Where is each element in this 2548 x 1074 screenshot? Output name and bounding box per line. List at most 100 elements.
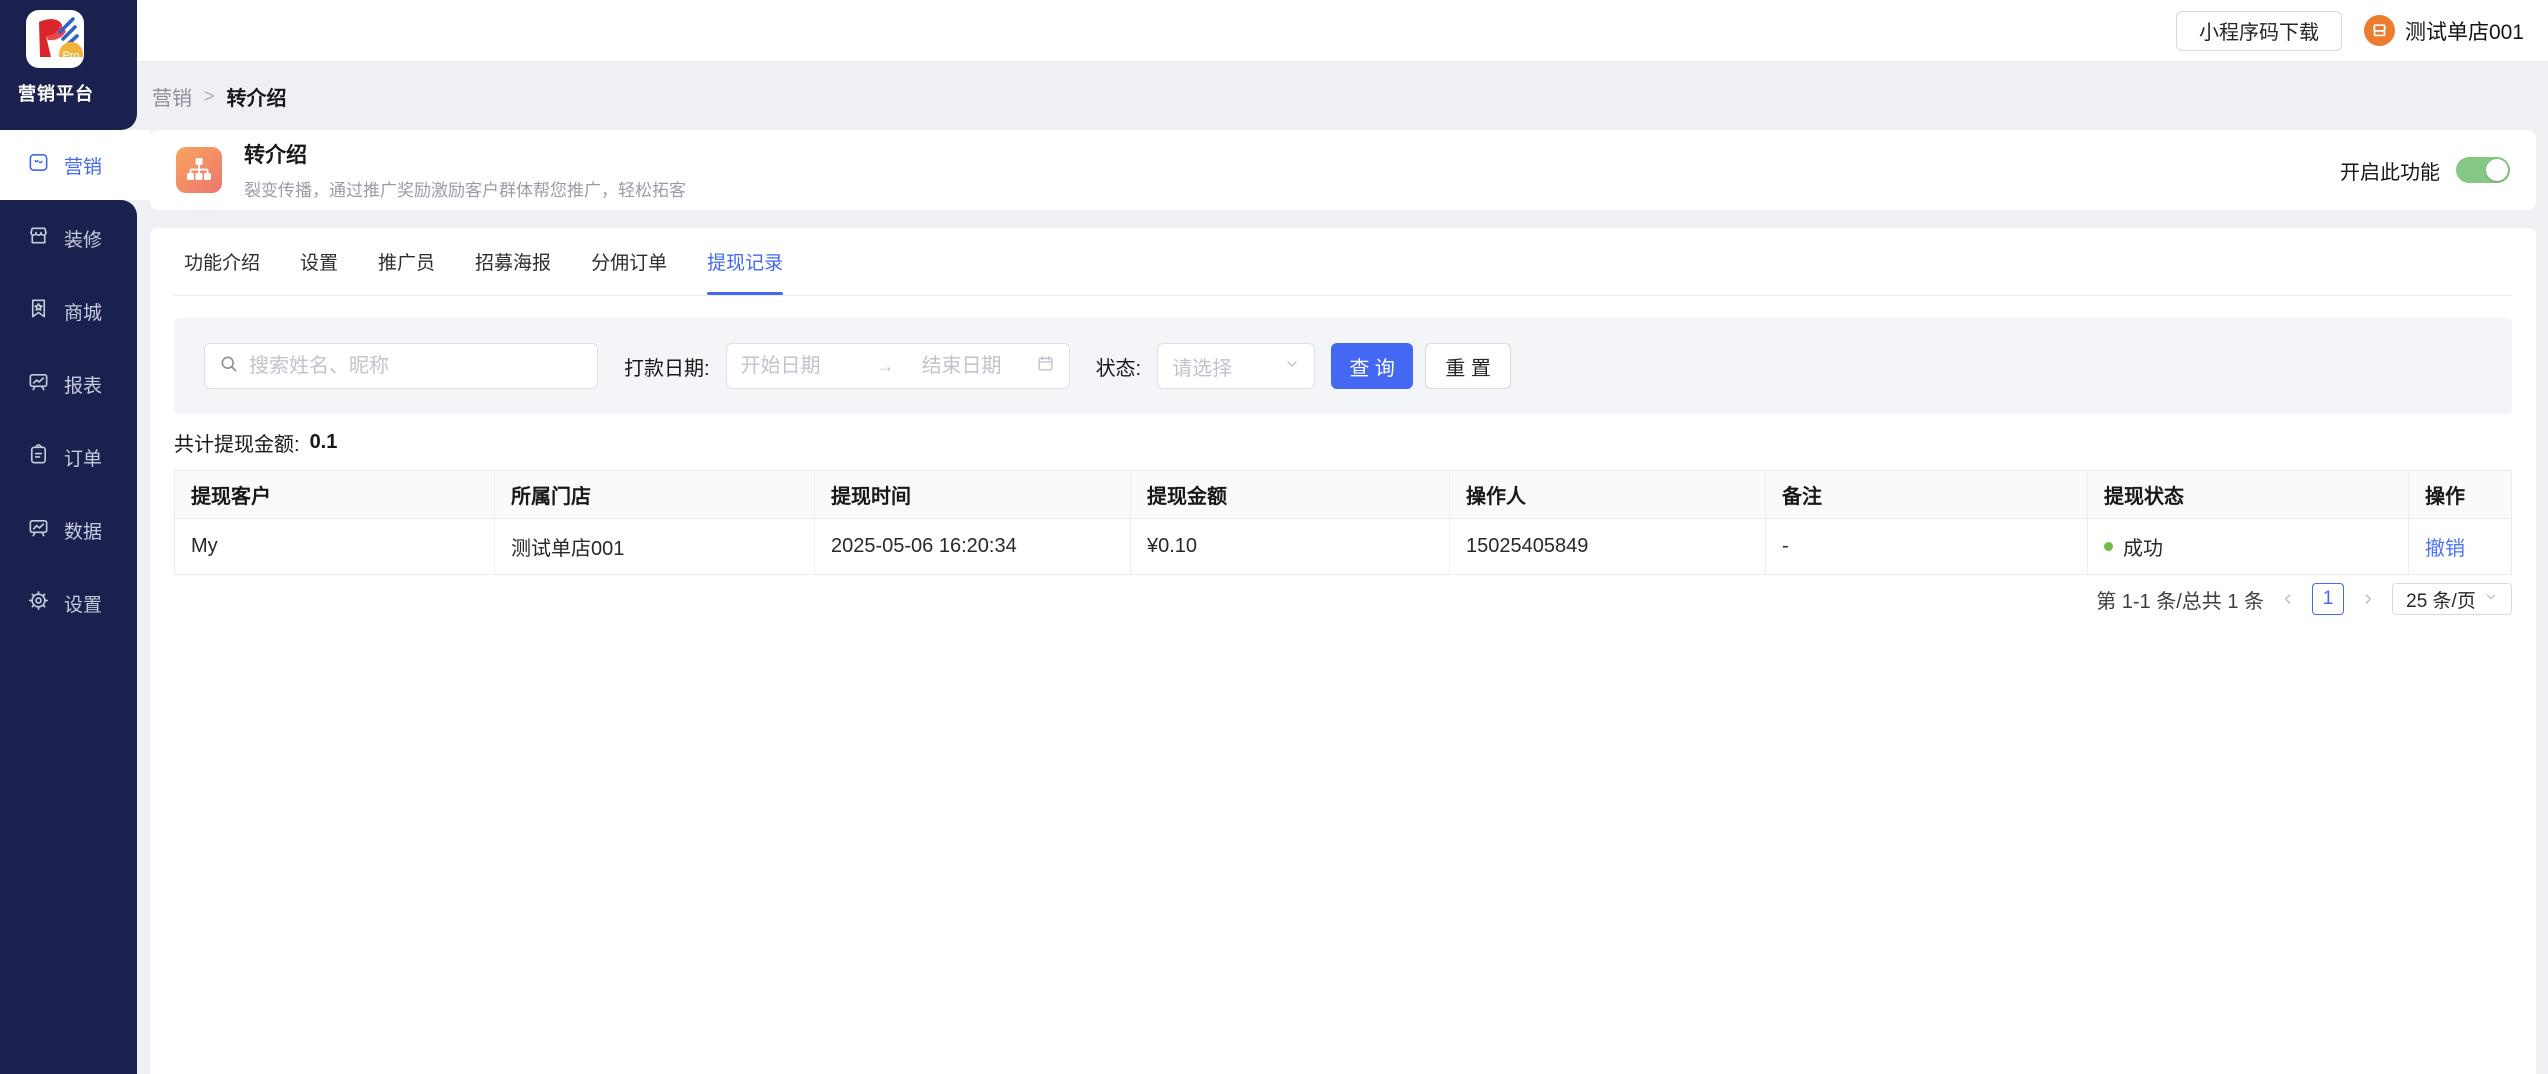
search-box	[204, 343, 598, 389]
marketing-icon	[27, 151, 50, 180]
table-header-row: 提现客户 所属门店 提现时间 提现金额 操作人 备注 提现状态 操作	[175, 471, 2511, 518]
sidebar-item-decoration[interactable]: 装修	[0, 202, 137, 275]
breadcrumb-parent[interactable]: 营销	[152, 82, 192, 111]
sidebar-item-label: 装修	[64, 230, 103, 251]
feature-text: 转介绍 裂变传播，通过推广奖励激励客户群体帮您推广，轻松拓客	[244, 139, 686, 201]
tab-commission-orders[interactable]: 分佣订单	[591, 228, 667, 295]
tab-promoters[interactable]: 推广员	[378, 228, 435, 295]
sidebar-item-label: 商城	[64, 303, 103, 324]
search-icon	[219, 354, 239, 379]
main-card: 功能介绍 设置 推广员 招募海报 分佣订单 提现记录 打款日期: →	[150, 228, 2536, 1074]
gear-icon	[27, 589, 50, 618]
col-operator: 操作人	[1450, 471, 1766, 518]
sidebar: Pro 营销平台 营销 装修 商城 报表 订单 数据 设置	[0, 0, 150, 1074]
breadcrumb-current: 转介绍	[226, 87, 287, 110]
feature-title: 转介绍	[244, 144, 307, 167]
table-row: My 测试单店001 2025-05-06 16:20:34 ¥0.10 150…	[175, 518, 2511, 574]
reset-button[interactable]: 重 置	[1425, 343, 1512, 389]
status-text: 成功	[2123, 538, 2163, 560]
sidebar-item-label: 设置	[64, 595, 103, 616]
feature-header-card: 转介绍 裂变传播，通过推广奖励激励客户群体帮您推广，轻松拓客 开启此功能	[150, 130, 2536, 210]
breadcrumb-separator: >	[204, 85, 215, 106]
sidebar-item-reports[interactable]: 报表	[0, 348, 137, 421]
prev-page-icon[interactable]	[2278, 583, 2298, 615]
sidebar-item-mall[interactable]: 商城	[0, 275, 137, 348]
col-withdraw-amount: 提现金额	[1131, 471, 1450, 518]
svg-text:Pro: Pro	[62, 50, 79, 62]
feature-toggle-switch[interactable]	[2456, 157, 2510, 183]
status-select[interactable]: 请选择	[1157, 343, 1316, 389]
status-dot-icon	[2104, 542, 2113, 551]
chart-board-icon	[27, 370, 50, 399]
cell-customer: My	[175, 519, 495, 574]
topbar: 小程序码下载 测试单店001	[137, 0, 2548, 62]
start-date-input[interactable]	[740, 354, 849, 378]
cell-status: 成功	[2088, 519, 2409, 574]
tab-recruit-poster[interactable]: 招募海报	[475, 228, 551, 295]
tab-withdrawal-records[interactable]: 提现记录	[707, 228, 784, 295]
col-store: 所属门店	[495, 471, 815, 518]
cell-store: 测试单店001	[495, 519, 815, 574]
col-action: 操作	[2425, 486, 2465, 508]
revoke-link[interactable]: 撤销	[2425, 532, 2465, 561]
tab-settings[interactable]: 设置	[300, 228, 338, 295]
summary-label: 共计提现金额:	[174, 433, 300, 456]
sidebar-item-label: 订单	[64, 449, 103, 470]
feature-description: 裂变传播，通过推广奖励激励客户群体帮您推广，轻松拓客	[244, 181, 686, 200]
marketing-platform-page: 小程序码下载 测试单店001 Pro 营销平台 营销 装修 商城 报表 订单 数…	[0, 0, 2548, 1074]
pagination-total: 第 1-1 条/总共 1 条	[2096, 590, 2264, 613]
feature-toggle-group: 开启此功能	[2340, 156, 2510, 185]
chevron-down-icon	[1284, 356, 1300, 377]
sidebar-item-data[interactable]: 数据	[0, 494, 137, 567]
sidebar-item-marketing[interactable]: 营销	[0, 130, 150, 200]
pagination: 第 1-1 条/总共 1 条 1 25 条/页	[174, 583, 2512, 615]
page-size-value: 25 条/页	[2406, 590, 2476, 612]
search-input[interactable]	[249, 354, 583, 378]
payment-date-label: 打款日期:	[624, 357, 710, 380]
sidebar-brand-block: Pro 营销平台	[0, 0, 137, 130]
tab-bar: 功能介绍 设置 推广员 招募海报 分佣订单 提现记录	[174, 228, 2512, 296]
toggle-label: 开启此功能	[2340, 161, 2440, 184]
sidebar-item-label: 数据	[64, 522, 103, 543]
col-withdraw-status: 提现状态	[2088, 471, 2409, 518]
sidebar-active-row: 营销	[0, 130, 150, 200]
cell-amount: ¥0.10	[1131, 519, 1450, 574]
sidebar-item-label: 报表	[64, 376, 103, 397]
withdrawal-total-summary: 共计提现金额: 0.1	[174, 428, 2512, 456]
col-remark: 备注	[1766, 471, 2088, 518]
col-withdraw-customer: 提现客户	[175, 471, 495, 518]
brand-logo-icon: Pro	[26, 10, 84, 68]
cell-operator: 15025405849	[1450, 519, 1766, 574]
calendar-icon	[1036, 354, 1055, 378]
withdrawal-records-table: 提现客户 所属门店 提现时间 提现金额 操作人 备注 提现状态 操作 My 测试…	[174, 470, 2512, 575]
chevron-down-icon	[2484, 588, 2498, 610]
sidebar-nav: 装修 商城 报表 订单 数据 设置	[0, 200, 137, 1074]
breadcrumb: 营销 > 转介绍	[152, 62, 287, 130]
filter-bar: 打款日期: → 状态: 请选择 查	[174, 318, 2512, 414]
tab-feature-intro[interactable]: 功能介绍	[184, 228, 260, 295]
toggle-knob	[2486, 159, 2508, 181]
cell-remark: -	[1766, 519, 2088, 574]
account-menu[interactable]: 测试单店001	[2363, 15, 2524, 46]
page-number-1[interactable]: 1	[2312, 583, 2344, 615]
sidebar-item-label: 营销	[64, 156, 103, 178]
page-size-select[interactable]: 25 条/页	[2392, 583, 2512, 615]
sidebar-item-settings[interactable]: 设置	[0, 567, 137, 640]
end-date-input[interactable]	[921, 354, 1030, 378]
query-button[interactable]: 查 询	[1331, 343, 1414, 389]
next-page-icon[interactable]	[2358, 583, 2378, 615]
sidebar-item-orders[interactable]: 订单	[0, 421, 137, 494]
storefront-icon	[27, 224, 50, 253]
account-name: 测试单店001	[2404, 20, 2524, 44]
bookmark-star-icon	[27, 297, 50, 326]
status-select-value: 请选择	[1172, 357, 1233, 380]
clipboard-icon	[27, 443, 50, 472]
cell-action: 撤销	[2409, 519, 2511, 574]
cell-time: 2025-05-06 16:20:34	[815, 519, 1131, 574]
summary-value: 0.1	[309, 430, 338, 453]
status-label: 状态:	[1095, 357, 1142, 380]
miniprogram-code-download-button[interactable]: 小程序码下载	[2175, 10, 2342, 51]
range-arrow-icon: →	[876, 355, 895, 376]
platform-name: 营销平台	[18, 84, 94, 104]
store-avatar-icon	[2363, 15, 2395, 46]
